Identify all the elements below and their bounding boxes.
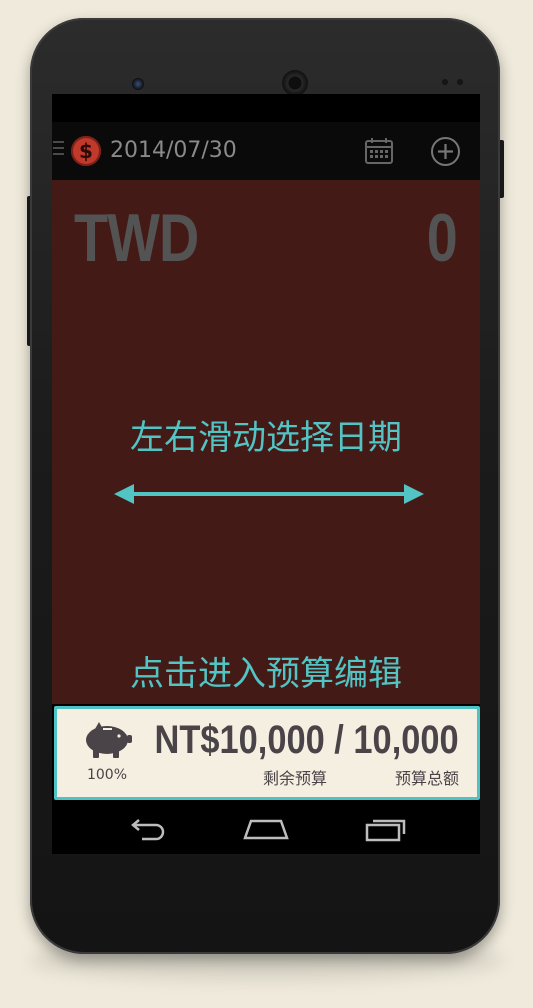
earpiece-speaker (282, 70, 308, 96)
budget-panel[interactable]: 100% NT$10,000 / 10,000 剩余预算 预算总额 (54, 706, 480, 800)
date-title[interactable]: 2014/07/30 (110, 136, 237, 166)
calendar-icon[interactable] (364, 136, 394, 166)
double-arrow-icon (114, 484, 424, 504)
home-icon[interactable] (243, 818, 289, 840)
piggy-bank-icon (86, 722, 132, 758)
remaining-amount: NT$10,000 (154, 718, 326, 762)
currency-code: TWD (74, 200, 199, 276)
back-icon[interactable] (126, 817, 166, 841)
budget-amounts: NT$10,000 / 10,000 (155, 717, 459, 763)
budget-percent: 100% (86, 767, 128, 783)
day-view[interactable]: TWD 0 左右滑动选择日期 点击进入预算编辑 (52, 180, 480, 704)
menu-icon[interactable] (53, 141, 64, 159)
proximity-sensor (442, 79, 448, 85)
budget-separator: / (334, 718, 345, 762)
add-circle-icon[interactable] (430, 136, 461, 167)
total-amount: 10,000 (353, 718, 459, 762)
navigation-bar (52, 804, 480, 854)
front-camera (132, 78, 144, 90)
swipe-hint: 左右滑动选择日期 (130, 418, 402, 458)
status-bar (52, 94, 480, 122)
day-amount: 0 (426, 200, 458, 276)
app-logo[interactable]: $ (71, 136, 101, 166)
edit-hint: 点击进入预算编辑 (130, 654, 402, 694)
recents-icon[interactable] (364, 816, 408, 842)
light-sensor (457, 79, 463, 85)
action-bar: $ 2014/07/30 (52, 122, 480, 180)
screen: $ 2014/07/30 TWD 0 左右滑动选择日期 点击进入预算编辑 100… (52, 94, 480, 854)
total-label: 预算总额 (394, 769, 459, 788)
remaining-label: 剩余预算 (263, 769, 328, 788)
